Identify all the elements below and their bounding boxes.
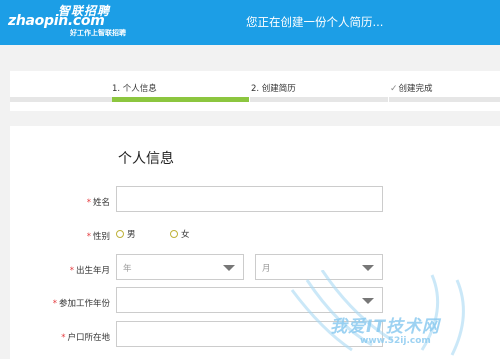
birth-year-select[interactable]: 年 <box>116 254 244 280</box>
step-track <box>10 97 500 102</box>
hukou-label: * 户口所在地 <box>61 333 110 343</box>
progress-steps: 1. 个人信息 2. 创建简历 ✓创建完成 <box>10 71 500 111</box>
required-mark: * <box>52 299 57 309</box>
gender-female-radio[interactable]: 女 <box>170 228 190 240</box>
chevron-down-icon <box>223 265 235 271</box>
logo-slogan: 好工作上智联招聘 <box>70 29 126 37</box>
step-complete: ✓创建完成 <box>390 82 433 94</box>
logo-en-text: zhaopin.com <box>8 13 105 29</box>
required-mark: * <box>86 232 91 242</box>
step-active-bar <box>112 97 249 102</box>
gender-label: * 性别 <box>86 232 110 242</box>
gender-male-radio[interactable]: 男 <box>116 228 136 240</box>
work-year-label: * 参加工作年份 <box>52 299 110 309</box>
birth-month-placeholder: 月 <box>262 264 271 274</box>
required-mark: * <box>61 333 66 343</box>
radio-icon <box>170 230 178 238</box>
step-create-resume: 2. 创建简历 <box>251 84 296 94</box>
name-label: * 姓名 <box>86 198 110 208</box>
check-icon: ✓ <box>390 84 398 94</box>
header-title: 您正在创建一份个人简历... <box>246 15 384 29</box>
step-personal-info: 1. 个人信息 <box>112 84 157 94</box>
radio-icon <box>116 230 124 238</box>
name-input[interactable] <box>116 186 383 212</box>
step-complete-label: 创建完成 <box>398 84 433 94</box>
birth-year-placeholder: 年 <box>123 264 132 274</box>
step-divider <box>388 97 389 102</box>
form-title: 个人信息 <box>118 151 174 167</box>
top-header: 智联招聘 zhaopin.com 好工作上智联招聘 您正在创建一份个人简历... <box>0 0 500 45</box>
step-divider <box>249 97 250 102</box>
watermark: 我爱IT技术网 www.52ij.com <box>282 269 500 359</box>
watermark-url: www.52ij.com <box>360 336 431 346</box>
birth-label: * 出生年月 <box>69 266 110 276</box>
required-mark: * <box>86 198 91 208</box>
zhaopin-logo[interactable]: 智联招聘 zhaopin.com 好工作上智联招聘 <box>8 2 138 42</box>
watermark-text: 我爱IT技术网 <box>330 317 440 337</box>
required-mark: * <box>69 266 74 276</box>
